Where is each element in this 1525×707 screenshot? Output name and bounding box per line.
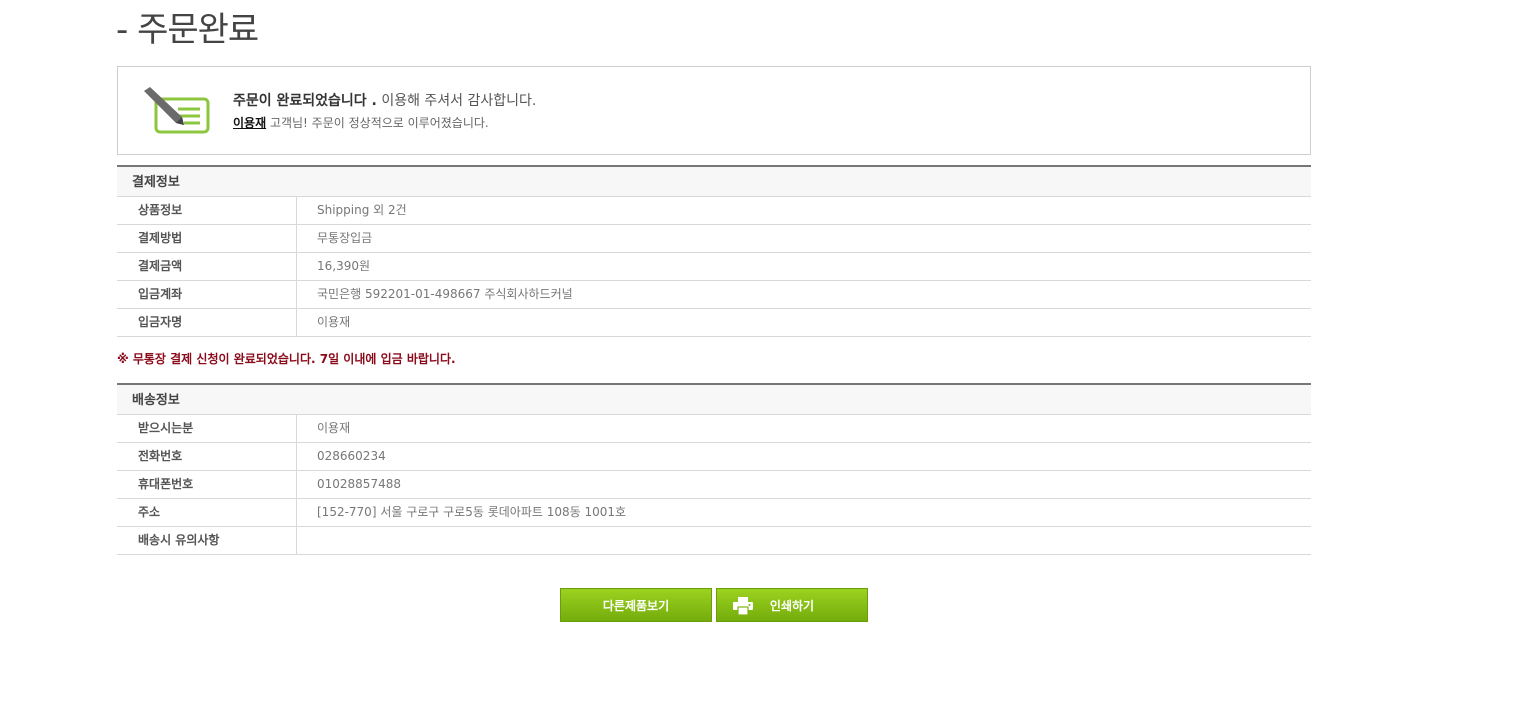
payment-info-section: 결제정보 상품정보 Shipping 외 2건 결제방법 무통장입금 결제금액 …: [117, 165, 1311, 337]
row-value: 이용재: [317, 315, 351, 329]
printer-icon: [733, 597, 753, 615]
row-value: Shipping 외 2건: [317, 203, 407, 217]
order-check-icon: [144, 87, 210, 134]
shipping-row-phone: 전화번호 028660234: [117, 443, 1311, 471]
notice-headline-rest: 이용해 주셔서 감사합니다.: [376, 93, 537, 109]
customer-name-link[interactable]: 이용재: [233, 116, 266, 130]
shipping-row-address: 주소 [152-770] 서울 구로구 구로5동 롯데아파트 108동 1001…: [117, 499, 1311, 527]
row-value: [297, 527, 317, 554]
payment-row-amount: 결제금액 16,390원: [117, 253, 1311, 281]
payment-info-title: 결제정보: [117, 165, 1311, 197]
row-value: 무통장입금: [317, 231, 373, 245]
row-label: 배송시 유의사항: [117, 527, 297, 554]
more-products-label: 다른제품보기: [602, 598, 670, 613]
print-label: 인쇄하기: [769, 598, 815, 613]
row-value: 국민은행 592201-01-498667 주식회사하드커널: [317, 287, 573, 301]
page-title: - 주문완료: [116, 10, 259, 50]
row-value: [152-770] 서울 구로구 구로5동 롯데아파트 108동 1001호: [317, 505, 627, 519]
row-value: 01028857488: [317, 477, 401, 491]
row-label: 결제금액: [117, 253, 297, 280]
shipping-row-recipient: 받으시는분 이용재: [117, 415, 1311, 443]
row-label: 상품정보: [117, 197, 297, 224]
notice-subline: 이용재 고객님! 주문이 정상적으로 이루어졌습니다.: [233, 114, 489, 131]
order-complete-notice: 주문이 완료되었습니다 . 이용해 주셔서 감사합니다. 이용재 고객님! 주문…: [117, 66, 1311, 155]
notice-headline-bold: 주문이 완료되었습니다 .: [233, 93, 377, 109]
row-label: 결제방법: [117, 225, 297, 252]
payment-row-method: 결제방법 무통장입금: [117, 225, 1311, 253]
row-value: 이용재: [317, 421, 351, 435]
shipping-row-mobile: 휴대폰번호 01028857488: [117, 471, 1311, 499]
row-label: 주소: [117, 499, 297, 526]
payment-row-account: 입금계좌 국민은행 592201-01-498667 주식회사하드커널: [117, 281, 1311, 309]
row-label: 입금자명: [117, 309, 297, 336]
row-label: 받으시는분: [117, 415, 297, 442]
payment-row-depositor: 입금자명 이용재: [117, 309, 1311, 337]
row-value: 16,390원: [317, 259, 371, 273]
row-label: 전화번호: [117, 443, 297, 470]
row-label: 입금계좌: [117, 281, 297, 308]
shipping-info-title: 배송정보: [117, 383, 1311, 415]
shipping-info-section: 배송정보 받으시는분 이용재 전화번호 028660234 휴대폰번호 0102…: [117, 383, 1311, 555]
print-button[interactable]: 인쇄하기: [716, 588, 868, 622]
more-products-button[interactable]: 다른제품보기: [560, 588, 712, 622]
row-label: 휴대폰번호: [117, 471, 297, 498]
notice-subline-rest: 고객님! 주문이 정상적으로 이루어졌습니다.: [266, 116, 489, 130]
notice-headline: 주문이 완료되었습니다 . 이용해 주셔서 감사합니다.: [233, 90, 536, 110]
deposit-warning: ※ 무통장 결제 신청이 완료되었습니다. 7일 이내에 입금 바랍니다.: [117, 352, 456, 366]
payment-row-product: 상품정보 Shipping 외 2건: [117, 197, 1311, 225]
row-value: 028660234: [317, 449, 386, 463]
shipping-row-notes: 배송시 유의사항: [117, 527, 1311, 555]
